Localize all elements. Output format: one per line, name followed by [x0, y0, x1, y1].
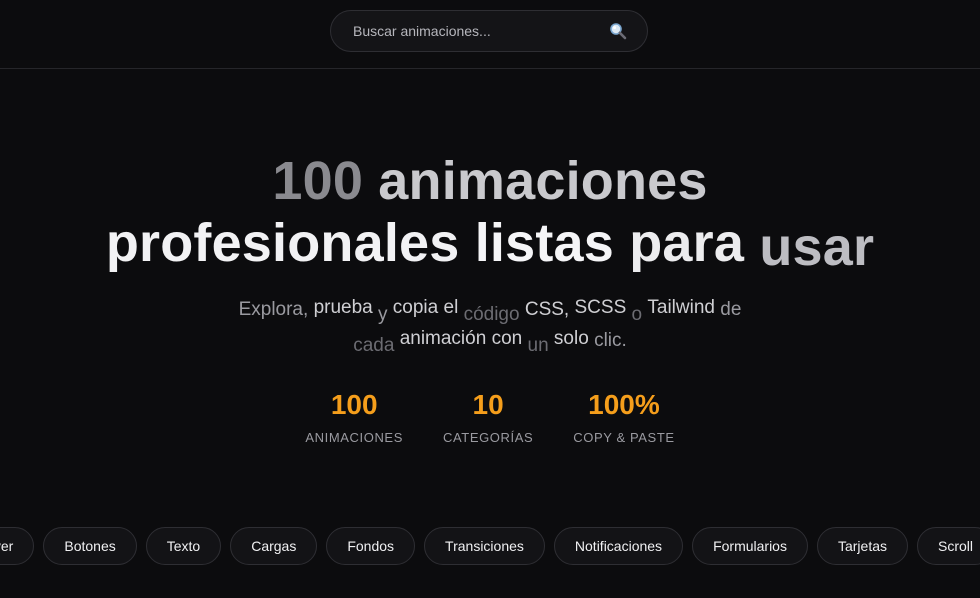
category-chip-hover[interactable]: Hover	[0, 527, 35, 565]
search-box[interactable]	[330, 10, 648, 52]
subtitle-word: el	[443, 297, 459, 318]
category-chip-notificaciones[interactable]: Notificaciones	[553, 527, 684, 565]
subtitle-word: copia	[392, 297, 439, 318]
stats-row: 100 ANIMACIONES 10 CATEGORÍAS 100% COPY …	[0, 388, 980, 445]
stat-copy-paste: 100% COPY & PASTE	[573, 388, 674, 445]
stat-label: CATEGORÍAS	[442, 430, 534, 445]
subtitle-word: prueba	[313, 297, 373, 318]
category-chip-tarjetas[interactable]: Tarjetas	[816, 527, 908, 565]
subtitle-word: CSS,	[524, 299, 570, 320]
search-input[interactable]	[351, 22, 601, 40]
category-filter-bar: Hover Botones Texto Cargas Fondos Transi…	[0, 527, 980, 565]
subtitle-word: solo	[553, 328, 589, 349]
top-bar	[0, 0, 980, 69]
category-chip-formularios[interactable]: Formularios	[692, 527, 808, 565]
hero-title-word: usar	[759, 217, 875, 277]
search-icon[interactable]	[609, 22, 627, 40]
stat-categorias: 10 CATEGORÍAS	[443, 388, 533, 445]
hero-title-word: profesionales	[105, 213, 460, 273]
subtitle-word: clic.	[594, 330, 627, 351]
category-chip-cargas[interactable]: Cargas	[230, 527, 318, 565]
subtitle-word: Tailwind	[647, 297, 715, 318]
category-chip-texto[interactable]: Texto	[145, 527, 222, 565]
subtitle-word: y	[378, 304, 388, 325]
subtitle-word: con	[491, 328, 523, 349]
hero-title-word: 100	[272, 151, 364, 211]
stat-animaciones: 100 ANIMACIONES	[305, 388, 403, 445]
hero-title-word: animaciones	[378, 151, 708, 211]
stat-label: COPY & PASTE	[573, 430, 675, 445]
subtitle-word: de	[720, 299, 742, 320]
stat-label: ANIMACIONES	[305, 430, 403, 445]
hero-title-word: listas	[474, 213, 615, 273]
category-chip-scroll[interactable]: Scroll	[917, 527, 980, 565]
category-chip-transiciones[interactable]: Transiciones	[424, 527, 545, 565]
hero-title-word: para	[629, 213, 745, 273]
stat-value: 10	[472, 389, 504, 420]
hero-subtitle: Explora, prueba y copia el código CSS, S…	[190, 294, 790, 356]
category-chip-fondos[interactable]: Fondos	[326, 527, 416, 565]
subtitle-word: o	[631, 304, 643, 325]
stat-value: 100	[330, 389, 378, 420]
subtitle-word: animación	[399, 328, 487, 349]
category-chip-botones[interactable]: Botones	[43, 527, 137, 565]
subtitle-word: un	[527, 335, 549, 356]
subtitle-word: cada	[353, 335, 395, 356]
stat-value: 100%	[588, 389, 660, 420]
subtitle-word: Explora,	[238, 299, 309, 320]
hero-title: 100 animaciones profesionales listas par…	[0, 150, 980, 277]
subtitle-word: SCSS	[574, 297, 627, 318]
